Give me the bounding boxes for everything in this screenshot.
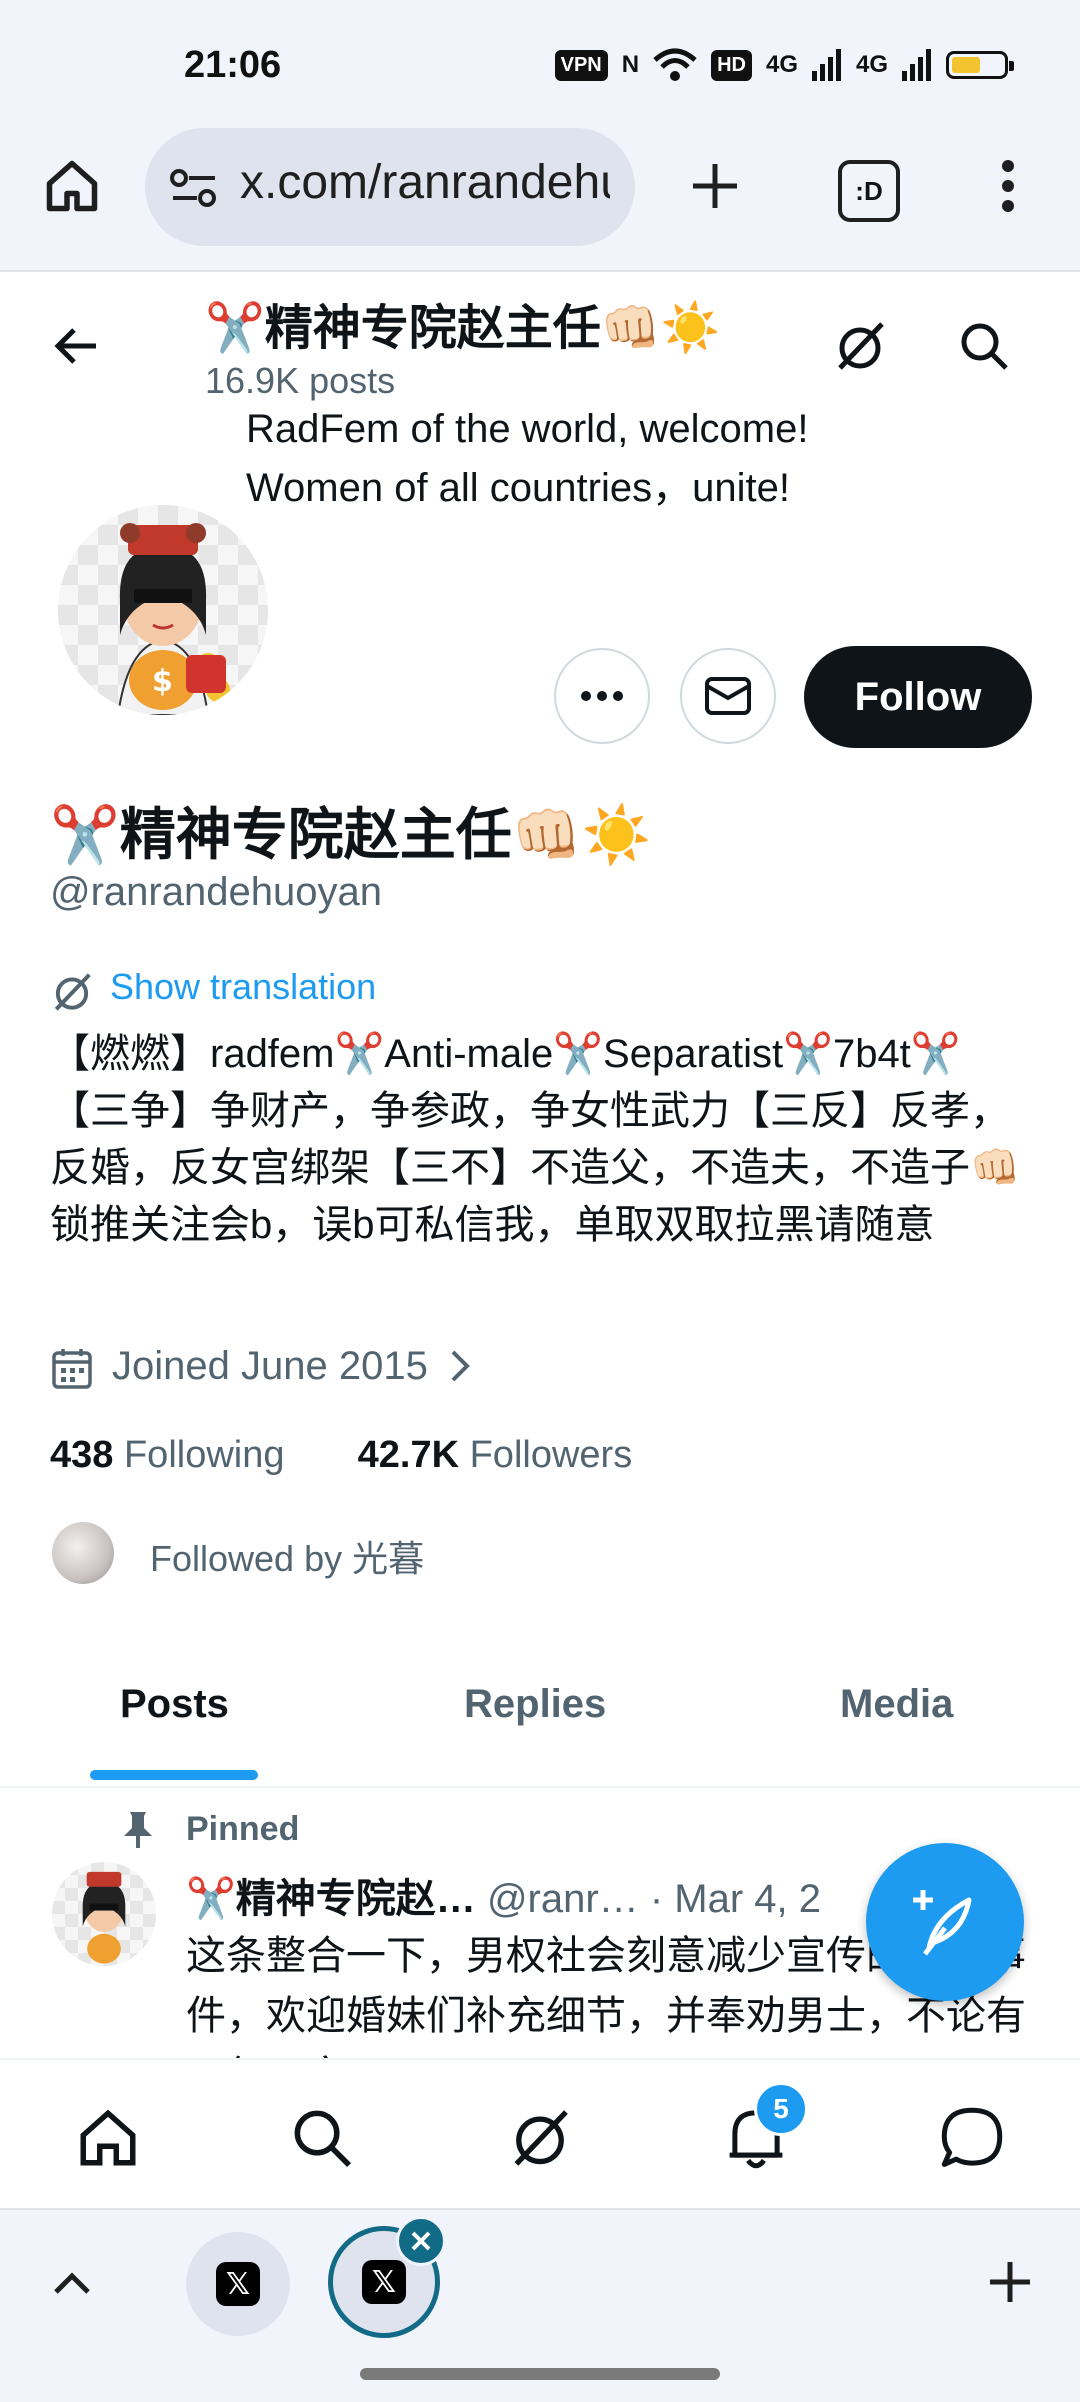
header-profile-name: ✂️精神专院赵主任👊🏻☀️ [205, 302, 721, 355]
x-logo-icon-2: 𝕏 [362, 2260, 406, 2304]
profile-name: ✂️精神专院赵主任👊🏻☀️ [50, 803, 652, 866]
site-info-button[interactable] [164, 160, 224, 216]
nav-grok-button[interactable] [500, 2098, 580, 2178]
battery-level [952, 57, 980, 73]
post-date[interactable]: · Mar 4, 2 [650, 1877, 821, 1921]
tab-strip-collapse-button[interactable] [44, 2256, 100, 2312]
hd-icon: HD [711, 49, 752, 81]
browser-menu-button[interactable] [984, 150, 1032, 222]
pin-icon [124, 1812, 152, 1848]
signal-icon [811, 49, 841, 81]
mail-icon [705, 677, 751, 715]
signal-icon-2 [902, 49, 931, 81]
nfc-icon: N [621, 51, 640, 78]
avatar-illustration: $ [116, 523, 230, 715]
vpn-icon: VPN [554, 49, 608, 81]
plus-icon [693, 164, 737, 208]
signal-4g-icon: 4G [765, 51, 798, 78]
post-author-handle[interactable]: @ranr… [487, 1877, 639, 1921]
banner-bio: RadFem of the world, welcome! Women of a… [246, 400, 808, 518]
followers-label: Followers [469, 1434, 633, 1476]
more-horizontal-icon [581, 691, 623, 701]
profile-avatar[interactable]: $ [58, 505, 268, 715]
nav-home-button[interactable] [68, 2098, 148, 2178]
followed-by-avatar[interactable] [52, 1522, 114, 1584]
followed-by-text[interactable]: Followed by 光暮 [150, 1530, 424, 1582]
active-tab-indicator [90, 1770, 258, 1780]
profile-bio: 【燃燃】radfem✂️Anti-male✂️Separatist✂️7b4t✂… [50, 1032, 1020, 1247]
message-button[interactable] [680, 648, 776, 744]
following-label: Following [123, 1434, 285, 1476]
home-icon [46, 160, 98, 212]
follow-stats: 438 Following 42.7K Followers [50, 1434, 632, 1477]
close-icon [411, 2231, 431, 2251]
banner-bio-line-2: Women of all countries，unite! [246, 466, 790, 510]
joined-date-text: Joined June 2015 [112, 1344, 428, 1388]
header-post-count: 16.9K posts [205, 360, 396, 401]
clock: 21:06 [184, 44, 282, 86]
chevron-right-icon [451, 1350, 470, 1382]
signal-4g-icon-2: 4G [855, 51, 888, 78]
back-button[interactable] [40, 310, 112, 382]
notification-badge: 5 [754, 2082, 808, 2136]
battery-icon [946, 51, 1014, 79]
message-icon [941, 2107, 1003, 2167]
tab-strip-new-tab-button[interactable] [980, 2252, 1040, 2312]
followers-link[interactable]: 42.7K Followers [358, 1434, 633, 1476]
browser-home-button[interactable] [36, 150, 108, 222]
url-text[interactable]: x.com/ranrandehuoyan [240, 155, 610, 210]
browser-tab-1[interactable]: 𝕏 [186, 2232, 290, 2336]
home-icon [80, 2109, 136, 2166]
following-count: 438 [50, 1434, 114, 1476]
arrow-left-icon [54, 328, 96, 364]
tab-switcher-button[interactable]: :D [838, 160, 900, 222]
nav-messages-button[interactable] [932, 2098, 1012, 2178]
tab-media[interactable]: Media [840, 1682, 953, 1727]
chevron-up-icon [54, 2272, 90, 2294]
show-translation-link[interactable]: Show translation [110, 966, 376, 1008]
profile-handle: @ranrandehuoyan [50, 870, 382, 914]
search-button[interactable] [948, 310, 1020, 382]
svg-text:$: $ [152, 664, 173, 699]
joined-date[interactable]: Joined June 2015 [112, 1344, 475, 1389]
search-icon [961, 323, 1008, 370]
search-icon [294, 2110, 352, 2168]
status-icons: VPN N HD 4G 4G [554, 48, 1014, 82]
plus-icon [990, 2262, 1030, 2302]
post-header: ✂️精神专院赵… @ranr… · Mar 4, 2 [186, 1866, 821, 1924]
following-link[interactable]: 438 Following [50, 1434, 285, 1476]
home-indicator[interactable] [360, 2368, 720, 2380]
translate-icon [54, 973, 91, 1011]
grok-button[interactable] [824, 310, 896, 382]
more-vertical-icon [1002, 160, 1014, 212]
grok-icon [838, 322, 884, 370]
tab-posts[interactable]: Posts [120, 1682, 229, 1727]
profile-tabs: Posts Replies Media [0, 1660, 1080, 1788]
pinned-label: Pinned [186, 1810, 300, 1848]
post-avatar-illustration [82, 1871, 126, 1964]
new-tab-button[interactable] [680, 150, 750, 222]
tune-icon [170, 169, 216, 207]
follow-button[interactable]: Follow [804, 646, 1032, 748]
calendar-icon [52, 1349, 92, 1389]
followers-count: 42.7K [357, 1434, 460, 1476]
post-author-name[interactable]: ✂️精神专院赵… [186, 1877, 476, 1921]
nav-search-button[interactable] [282, 2098, 362, 2178]
tab-replies[interactable]: Replies [464, 1682, 606, 1727]
more-options-button[interactable] [554, 648, 650, 744]
compose-post-button[interactable] [866, 1843, 1024, 2001]
grok-icon [514, 2110, 568, 2166]
close-tab-button[interactable] [396, 2216, 446, 2266]
post-avatar[interactable] [52, 1862, 156, 1966]
feather-plus-icon [913, 1890, 972, 1956]
wifi-icon [653, 48, 697, 81]
x-logo-icon: 𝕏 [216, 2262, 260, 2306]
